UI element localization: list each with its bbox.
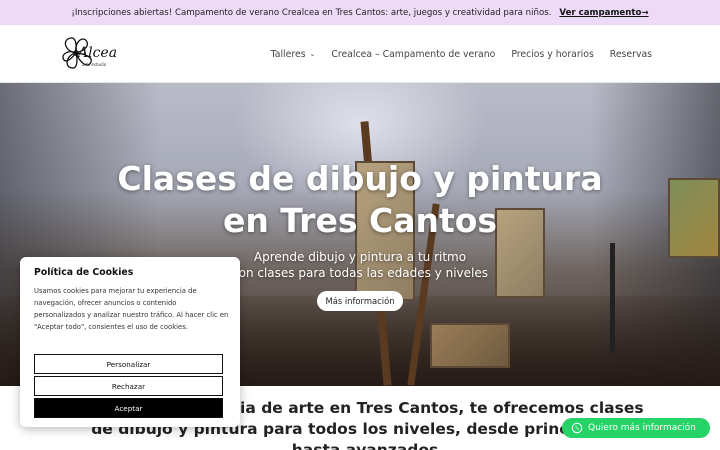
cookie-title: Política de Cookies xyxy=(34,267,134,278)
announcement-text: ¡Inscripciones abiertas! Campamento de v… xyxy=(71,7,552,18)
whatsapp-label: Quiero más información xyxy=(588,423,696,433)
accept-button[interactable]: Aceptar xyxy=(34,398,223,418)
hero-title-line: Clases de dibujo y pintura xyxy=(117,159,603,198)
whatsapp-button[interactable]: Quiero más información xyxy=(562,418,710,438)
whatsapp-icon xyxy=(571,422,583,434)
cookie-consent-panel: Política de Cookies Usamos cookies para … xyxy=(20,257,240,427)
hero-title-line: en Tres Cantos xyxy=(222,201,498,240)
reject-button[interactable]: Rechazar xyxy=(34,376,223,396)
nav-item-label: Precios y horarios xyxy=(511,48,594,60)
intro-line: hasta avanzados xyxy=(291,441,439,450)
main-nav: Talleres ⌄ Crealcea – Campamento de vera… xyxy=(271,25,652,83)
site-header: Alcea arte estudio Talleres ⌄ Crealcea –… xyxy=(0,25,720,83)
canvas-decoration xyxy=(430,323,510,368)
announcement-bar: ¡Inscripciones abiertas! Campamento de v… xyxy=(0,0,720,25)
logo-text: Alcea xyxy=(78,45,118,61)
customize-button[interactable]: Personalizar xyxy=(34,354,223,374)
nav-item-campamento[interactable]: Crealcea – Campamento de verano xyxy=(331,49,495,60)
nav-item-precios[interactable]: Precios y horarios xyxy=(511,49,593,60)
logo-subtext: arte estudio xyxy=(82,62,107,67)
more-info-button[interactable]: Más información xyxy=(317,291,403,311)
nav-item-label: Talleres xyxy=(270,48,306,60)
nav-item-label: Crealcea – Campamento de verano xyxy=(331,48,496,60)
logo[interactable]: Alcea arte estudio xyxy=(58,31,118,77)
nav-item-reservas[interactable]: Reservas xyxy=(610,49,652,60)
nav-item-label: Reservas xyxy=(609,48,652,60)
cookie-description: Usamos cookies para mejorar tu experienc… xyxy=(34,287,229,331)
announcement-cta-link[interactable]: Ver campamento→ xyxy=(559,8,648,18)
chevron-down-icon: ⌄ xyxy=(309,50,316,58)
nav-item-talleres[interactable]: Talleres ⌄ xyxy=(271,49,316,60)
hero-title: Clases de dibujo y pintura en Tres Canto… xyxy=(0,158,720,242)
